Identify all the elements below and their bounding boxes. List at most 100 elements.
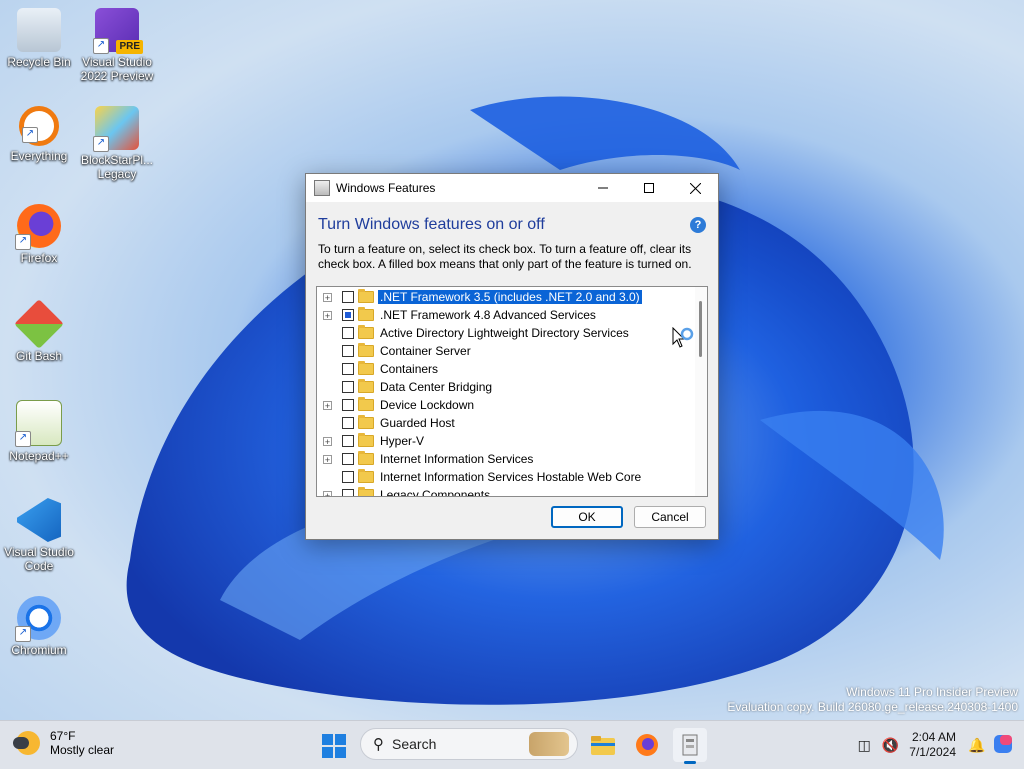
shortcut-arrow-icon: ↗ [93, 38, 109, 54]
features-scrollbar[interactable] [695, 287, 707, 496]
feature-row[interactable]: Container Server [317, 342, 695, 360]
feature-label: Guarded Host [380, 416, 455, 430]
folder-icon [358, 487, 374, 496]
feature-label: Device Lockdown [380, 398, 475, 412]
feature-label: Internet Information Services Hostable W… [380, 470, 642, 484]
feature-label: Active Directory Lightweight Directory S… [380, 326, 629, 340]
dialog-title: Windows Features [336, 181, 436, 195]
feature-checkbox[interactable] [342, 381, 354, 393]
feature-row[interactable]: + Internet Information Services [317, 450, 695, 468]
windows-logo-tile [335, 747, 346, 758]
desktop-icon-visual-studio-2022[interactable]: ↗ PRE Visual Studio 2022 Preview [75, 8, 159, 83]
desktop-icon-everything[interactable]: ↗ Everything [0, 106, 81, 163]
pre-badge: PRE [116, 40, 143, 54]
expand-icon[interactable]: + [323, 400, 332, 410]
feature-row[interactable]: + .NET Framework 3.5 (includes .NET 2.0 a… [317, 288, 695, 306]
feature-checkbox[interactable] [342, 309, 354, 321]
everything-search-icon: ↗ [19, 106, 59, 146]
shortcut-arrow-icon: ↗ [22, 127, 38, 143]
taskbar-firefox[interactable] [630, 728, 664, 762]
close-button[interactable] [672, 174, 718, 202]
features-tree[interactable]: + .NET Framework 3.5 (includes .NET 2.0 a… [316, 286, 708, 497]
desktop-icon-label: Git Bash [15, 349, 63, 363]
folder-icon [358, 397, 374, 411]
expand-icon[interactable]: + [323, 310, 332, 320]
feature-row[interactable]: Data Center Bridging [317, 378, 695, 396]
windows-features-dialog: Windows Features Turn Windows features o… [305, 173, 719, 540]
feature-checkbox[interactable] [342, 453, 354, 465]
maximize-icon [644, 183, 654, 193]
desktop-icon-vscode[interactable]: Visual Studio Code [0, 498, 81, 573]
clock[interactable]: 2:04 AM 7/1/2024 [909, 730, 956, 760]
help-icon[interactable]: ? [690, 217, 706, 233]
feature-checkbox[interactable] [342, 417, 354, 429]
feature-checkbox[interactable] [342, 363, 354, 375]
system-tray: ◫ 🔇 2:04 AM 7/1/2024 🔔 [851, 721, 1024, 769]
search-placeholder: Search [392, 736, 437, 752]
desktop-icon-firefox[interactable]: ↗ Firefox [0, 204, 81, 265]
folder-icon [358, 343, 374, 357]
feature-checkbox[interactable] [342, 291, 354, 303]
desktop-icon-blockstar[interactable]: ↗ BlockStarPl... Legacy [75, 106, 159, 181]
taskbar-file-explorer[interactable] [586, 728, 620, 762]
weather-temperature: 67°F [50, 729, 76, 743]
feature-row[interactable]: + .NET Framework 4.8 Advanced Services [317, 306, 695, 324]
start-button[interactable] [322, 734, 346, 758]
desktop-icon-label: Visual Studio 2022 Preview [80, 55, 154, 83]
expand-icon[interactable]: + [323, 490, 332, 496]
blockstar-game-icon: ↗ [93, 106, 139, 152]
feature-row[interactable]: + Device Lockdown [317, 396, 695, 414]
feature-row[interactable]: Internet Information Services Hostable W… [317, 468, 695, 486]
desktop-icon-label: Firefox [20, 251, 58, 265]
clock-date: 7/1/2024 [909, 745, 956, 759]
feature-checkbox[interactable] [342, 327, 354, 339]
weather-widget[interactable]: 67°F Mostly clear [13, 729, 115, 757]
feature-checkbox[interactable] [342, 399, 354, 411]
desktop-icon-notepad-plus-plus[interactable]: ↗ Notepad++ [0, 400, 81, 463]
expand-icon[interactable]: + [323, 454, 332, 464]
taskbar-windows-features[interactable] [673, 728, 707, 764]
volume-muted-icon[interactable]: 🔇 [877, 737, 903, 754]
feature-label: .NET Framework 3.5 (includes .NET 2.0 an… [377, 289, 643, 305]
close-icon [689, 182, 701, 194]
vscode-icon [17, 498, 61, 542]
feature-checkbox[interactable] [342, 489, 354, 496]
feature-row[interactable]: Containers [317, 360, 695, 378]
notification-bell-icon[interactable]: 🔔 [964, 737, 990, 754]
feature-checkbox[interactable] [342, 345, 354, 357]
taskbar-search-box[interactable]: ⚲ Search [360, 728, 578, 760]
watermark-line-2: Evaluation copy. Build 26080.ge_release.… [727, 700, 1018, 714]
feature-row[interactable]: Guarded Host [317, 414, 695, 432]
feature-label: .NET Framework 4.8 Advanced Services [380, 308, 596, 322]
feature-checkbox[interactable] [342, 435, 354, 447]
expand-icon[interactable]: + [323, 436, 332, 446]
firefox-icon [636, 734, 658, 756]
copilot-icon[interactable] [990, 733, 1016, 758]
shortcut-arrow-icon: ↗ [93, 136, 109, 152]
cancel-button[interactable]: Cancel [634, 506, 706, 528]
dialog-titlebar[interactable]: Windows Features [306, 174, 718, 202]
scrollbar-thumb[interactable] [699, 301, 702, 357]
folder-icon [358, 451, 374, 465]
maximize-button[interactable] [626, 174, 672, 202]
taskbar: 67°F Mostly clear ⚲ Search ◫ 🔇 2:04 AM 7… [0, 720, 1024, 769]
folder-icon [358, 433, 374, 447]
feature-row[interactable]: + Hyper-V [317, 432, 695, 450]
desktop-icon-recycle-bin[interactable]: Recycle Bin [0, 8, 81, 69]
folder-icon [358, 289, 374, 303]
search-icon: ⚲ [373, 736, 384, 753]
feature-label: Data Center Bridging [380, 380, 493, 394]
ok-button[interactable]: OK [551, 506, 623, 528]
feature-checkbox[interactable] [342, 471, 354, 483]
feature-row[interactable]: Active Directory Lightweight Directory S… [317, 324, 695, 342]
minimize-button[interactable] [580, 174, 626, 202]
chromium-icon: ↗ [15, 596, 61, 642]
feature-row[interactable]: + Legacy Components [317, 486, 695, 496]
expand-icon[interactable]: + [323, 292, 332, 302]
shortcut-arrow-icon: ↗ [15, 431, 31, 447]
network-icon[interactable]: ◫ [851, 737, 877, 754]
weather-condition: Mostly clear [50, 743, 115, 757]
desktop-icon-git-bash[interactable]: Git Bash [0, 299, 81, 363]
windows-logo-tile [322, 734, 333, 745]
desktop-icon-chromium[interactable]: ↗ Chromium [0, 596, 81, 657]
